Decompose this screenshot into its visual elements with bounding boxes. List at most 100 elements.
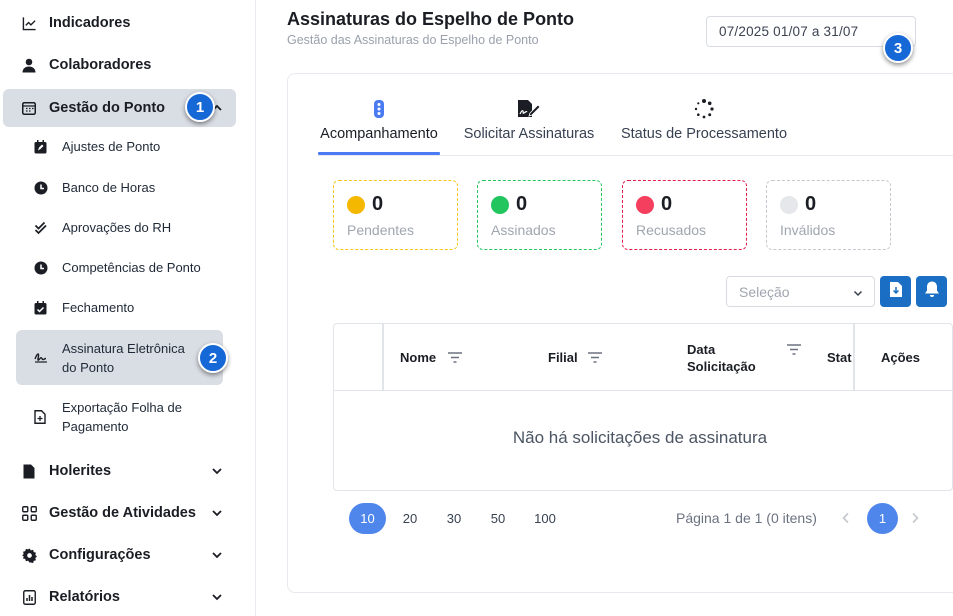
tab-acompanhamento[interactable]: Acompanhamento (318, 74, 440, 156)
signatures-table: Nome Filial Data Solicitação Stat Ações … (333, 323, 953, 491)
stat-card-invalidos: 0 Inválidos (766, 180, 891, 250)
page-size-50[interactable]: 50 (486, 503, 510, 534)
stat-count: 0 (661, 193, 673, 215)
chart-line-icon (21, 15, 37, 31)
column-label: Data Solicitação (687, 341, 756, 374)
page-subtitle: Gestão das Assinaturas do Espelho de Pon… (287, 33, 539, 47)
filter-icon[interactable] (448, 351, 463, 364)
stat-card-recusados: 0 Recusados (622, 180, 747, 250)
sidebar-subitem-label: Banco de Horas (62, 180, 156, 195)
status-dot-icon (780, 196, 798, 214)
status-dot-icon (347, 196, 365, 214)
tab-solicitar-assinaturas[interactable]: Solicitar Assinaturas (460, 74, 598, 156)
notify-button[interactable] (916, 276, 947, 307)
column-label: Ações (881, 350, 921, 365)
column-divider (382, 324, 384, 391)
chevron-right-icon[interactable] (908, 511, 922, 525)
sidebar-subitem-banco-de-horas[interactable]: Banco de Horas (16, 178, 223, 197)
page-size-30[interactable]: 30 (442, 503, 466, 534)
sidebar-subitem-label: Assinatura Eletrônica do Ponto (62, 340, 185, 375)
tab-label: Status de Processamento (620, 126, 788, 142)
document-icon (21, 463, 37, 479)
sidebar-item-label: Indicadores (49, 15, 131, 31)
column-header-nome[interactable]: Nome (400, 324, 463, 391)
tab-label: Acompanhamento (320, 126, 438, 142)
stat-label: Pendentes (347, 222, 414, 238)
column-header-data-solicitacao[interactable]: Data Solicitação (687, 324, 801, 391)
page-size-20[interactable]: 20 (398, 503, 422, 534)
page-size-100[interactable]: 100 (530, 503, 560, 534)
page-title: Assinaturas do Espelho de Ponto (287, 9, 575, 29)
double-check-icon (34, 221, 48, 235)
clock-icon (34, 181, 48, 195)
column-header-status[interactable]: Stat (827, 324, 853, 391)
stat-label: Inválidos (780, 222, 836, 238)
chevron-down-icon (210, 506, 224, 520)
gear-icon (21, 547, 37, 563)
sidebar-item-label: Holerites (49, 463, 112, 479)
filter-icon[interactable] (587, 351, 602, 364)
filter-icon[interactable] (787, 344, 801, 356)
date-range-value: 07/2025 01/07 a 31/07 (719, 24, 859, 39)
sidebar-subitem-label: Fechamento (62, 300, 135, 315)
table-header: Nome Filial Data Solicitação Stat Ações (334, 324, 952, 391)
selection-dropdown[interactable]: Seleção (726, 276, 875, 307)
sidebar-item-configuracoes[interactable]: Configurações (3, 536, 236, 574)
pagination-info: Página 1 de 1 (0 itens) (676, 510, 817, 526)
sidebar-subitem-competencias-de-ponto[interactable]: Competências de Ponto (16, 258, 223, 277)
calendar-check-icon (34, 300, 48, 315)
chevron-down-icon (210, 548, 224, 562)
sidebar-subitem-aprovacoes-do-rh[interactable]: Aprovações do RH (16, 218, 223, 237)
status-dot-icon (636, 196, 654, 214)
active-tab-indicator (318, 152, 440, 155)
column-label: Stat (827, 350, 852, 365)
page-number-current[interactable]: 1 (867, 503, 898, 534)
selection-placeholder: Seleção (739, 283, 790, 300)
column-label: Filial (548, 350, 578, 365)
sidebar-item-label: Gestão do Ponto (49, 100, 165, 116)
status-dot-icon (491, 196, 509, 214)
page-size-10[interactable]: 10 (349, 503, 386, 534)
sidebar-subitem-label: Aprovações do RH (62, 220, 172, 235)
sidebar-subitem-fechamento[interactable]: Fechamento (16, 298, 223, 317)
sidebar-subitem-exportacao-folha[interactable]: Exportação Folha de Pagamento (16, 398, 223, 436)
document-signature-icon (517, 98, 541, 120)
stat-card-assinados: 0 Assinados (477, 180, 602, 250)
sidebar-subitem-label: Exportação Folha de Pagamento (62, 400, 182, 434)
status-dots-icon (373, 98, 385, 120)
chevron-down-icon (852, 286, 864, 302)
user-icon (21, 57, 37, 73)
sidebar-item-gestao-de-atividades[interactable]: Gestão de Atividades (3, 494, 236, 532)
bell-icon (923, 280, 941, 303)
sidebar-item-holerites[interactable]: Holerites (3, 452, 236, 490)
spinner-icon (694, 98, 714, 120)
step-badge-2: 2 (198, 343, 228, 373)
sidebar-item-colaboradores[interactable]: Colaboradores (3, 46, 236, 84)
sidebar-item-relatorios[interactable]: Relatórios (3, 578, 236, 616)
sidebar-item-label: Relatórios (49, 589, 120, 605)
column-header-filial[interactable]: Filial (548, 324, 602, 391)
chevron-down-icon (210, 590, 224, 604)
empty-state-message: Não há solicitações de assinatura (512, 428, 768, 447)
clock-icon (34, 261, 48, 275)
stat-card-pendentes: 0 Pendentes (333, 180, 458, 250)
stat-count: 0 (372, 193, 384, 215)
download-button[interactable] (880, 276, 911, 307)
stat-count: 0 (805, 193, 817, 215)
sidebar-subitem-ajustes-de-ponto[interactable]: Ajustes de Ponto (16, 137, 223, 156)
column-divider (853, 324, 855, 391)
step-badge-3: 3 (883, 33, 913, 63)
chevron-left-icon[interactable] (839, 511, 853, 525)
column-header-acoes: Ações (881, 324, 920, 391)
sidebar-item-label: Gestão de Atividades (49, 505, 196, 521)
sidebar: Indicadores Colaboradores Gestão do Pont… (0, 0, 256, 616)
calendar-edit-icon (34, 139, 48, 154)
sidebar-subitem-assinatura-eletronica[interactable]: Assinatura Eletrônica do Ponto (16, 330, 223, 385)
sidebar-item-indicadores[interactable]: Indicadores (3, 4, 236, 42)
tab-label: Solicitar Assinaturas (463, 126, 595, 142)
tab-status-de-processamento[interactable]: Status de Processamento (618, 74, 790, 156)
grid-apps-icon (21, 505, 37, 521)
file-download-icon (889, 281, 903, 303)
tabs-divider (318, 155, 953, 156)
file-export-icon (34, 410, 48, 424)
